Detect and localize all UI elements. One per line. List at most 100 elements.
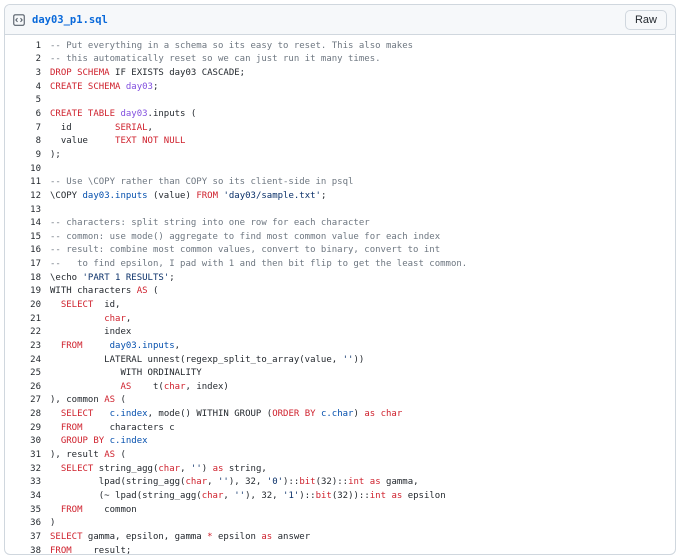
code-token: AS <box>104 395 116 406</box>
code-text: LATERAL unnest(regexp_split_to_array(val… <box>50 355 364 365</box>
line-number[interactable]: 32 <box>5 464 41 474</box>
line-number[interactable]: 33 <box>5 477 41 487</box>
line-number[interactable]: 34 <box>5 491 41 501</box>
line-number[interactable]: 27 <box>5 395 41 405</box>
line-number[interactable]: 2 <box>5 54 41 64</box>
line-number[interactable]: 7 <box>5 123 41 133</box>
line-number[interactable]: 18 <box>5 273 41 283</box>
code-token: \echo <box>50 272 83 283</box>
line-number[interactable]: 23 <box>5 341 41 351</box>
code-token: \COPY <box>50 190 83 201</box>
code-token: LATERAL unnest(regexp_split_to_array(val… <box>50 354 343 365</box>
code-text: \COPY day03.inputs (value) FROM 'day03/s… <box>50 191 326 201</box>
line-number[interactable]: 11 <box>5 177 41 187</box>
code-text: \echo 'PART 1 RESULTS'; <box>50 273 175 283</box>
code-text: -- Use \COPY rather than COPY so its cli… <box>50 177 353 187</box>
line-number[interactable]: 10 <box>5 164 41 174</box>
line-number[interactable]: 38 <box>5 546 41 554</box>
code-token: t( <box>131 381 164 392</box>
line-number[interactable]: 4 <box>5 82 41 92</box>
line-number[interactable]: 12 <box>5 191 41 201</box>
code-token: (~ lpad(string_agg( <box>50 490 202 501</box>
code-token: ), common <box>50 395 105 406</box>
line-number[interactable]: 30 <box>5 436 41 446</box>
line-number[interactable]: 26 <box>5 382 41 392</box>
code-file-icon <box>13 13 27 27</box>
code-text: SELECT gamma, epsilon, gamma * epsilon a… <box>50 532 310 542</box>
code-line: 9); <box>5 148 675 162</box>
code-text: FROM common <box>50 505 137 515</box>
line-number[interactable]: 8 <box>5 136 41 146</box>
line-number[interactable]: 3 <box>5 68 41 78</box>
code-token: as <box>261 531 273 542</box>
line-number[interactable]: 5 <box>5 95 41 105</box>
line-number[interactable]: 37 <box>5 532 41 542</box>
code-line: 22 index <box>5 325 675 339</box>
code-token: id, <box>93 299 121 310</box>
line-number[interactable]: 13 <box>5 205 41 215</box>
file-header: day03_p1.sql Raw <box>5 5 675 35</box>
code-token: SELECT <box>60 463 94 474</box>
code-token: ), 32, <box>245 490 284 501</box>
code-token: '0' <box>266 477 284 488</box>
code-token: , <box>207 477 218 488</box>
code-text: index <box>50 327 131 337</box>
line-number[interactable]: 6 <box>5 109 41 119</box>
code-token: , index) <box>185 381 229 392</box>
code-token: (value) <box>147 190 197 201</box>
code-token: day03 <box>120 109 148 120</box>
code-token: TEXT NOT NULL <box>115 136 186 147</box>
code-line: 4 CREATE SCHEMA day03; <box>5 80 675 94</box>
line-number[interactable]: 25 <box>5 368 41 378</box>
line-number[interactable]: 20 <box>5 300 41 310</box>
code-line: 29 FROM characters c <box>5 421 675 435</box>
code-token: bit <box>315 490 332 501</box>
code-token: ) <box>353 409 365 420</box>
code-token: gamma, epsilon, gamma <box>82 531 208 542</box>
code-token: c.char <box>320 409 354 420</box>
code-token: FROM <box>60 422 83 433</box>
raw-button[interactable]: Raw <box>624 9 667 30</box>
line-number[interactable]: 29 <box>5 423 41 433</box>
line-number[interactable]: 31 <box>5 450 41 460</box>
line-number[interactable]: 36 <box>5 518 41 528</box>
code-text: lpad(string_agg(char, ''), 32, '0')::bit… <box>50 477 419 487</box>
code-line: 14 -- characters: split string into one r… <box>5 216 675 230</box>
code-line: 12 \COPY day03.inputs (value) FROM 'day03… <box>5 189 675 203</box>
code-line: 18 \echo 'PART 1 RESULTS'; <box>5 271 675 285</box>
code-token: ( <box>115 395 126 406</box>
code-line: 37 SELECT gamma, epsilon, gamma * epsilon… <box>5 530 675 544</box>
line-number[interactable]: 22 <box>5 327 41 337</box>
line-number[interactable]: 1 <box>5 41 41 51</box>
code-token: , mode() WITHIN GROUP ( <box>147 409 273 420</box>
code-token: '' <box>342 354 354 365</box>
line-number[interactable]: 16 <box>5 245 41 255</box>
code-line: 20 SELECT id, <box>5 298 675 312</box>
line-number[interactable]: 17 <box>5 259 41 269</box>
code-line: 28 SELECT c.index, mode() WITHIN GROUP (… <box>5 407 675 421</box>
code-line: 38 FROM result; <box>5 544 675 554</box>
line-number[interactable]: 24 <box>5 355 41 365</box>
line-number[interactable]: 28 <box>5 409 41 419</box>
line-number[interactable]: 9 <box>5 150 41 160</box>
code-text: char, <box>50 314 131 324</box>
line-number[interactable]: 21 <box>5 314 41 324</box>
code-token: -- characters: split string into one row… <box>50 218 370 229</box>
code-line: 5 <box>5 94 675 108</box>
code-line: 10 <box>5 162 675 176</box>
line-number[interactable]: 14 <box>5 218 41 228</box>
code-token: common <box>82 504 137 515</box>
line-number[interactable]: 35 <box>5 505 41 515</box>
line-number[interactable]: 19 <box>5 286 41 296</box>
code-token: bit <box>299 477 316 488</box>
code-token: 'day03/sample.txt' <box>223 190 321 201</box>
code-token: , <box>223 490 235 501</box>
file-name-link[interactable]: day03_p1.sql <box>32 14 108 26</box>
code-token: ORDER BY <box>272 409 316 420</box>
code-token: as <box>391 490 403 501</box>
line-number[interactable]: 15 <box>5 232 41 242</box>
code-line: 17 -- to find epsilon, I pad with 1 and t… <box>5 257 675 271</box>
